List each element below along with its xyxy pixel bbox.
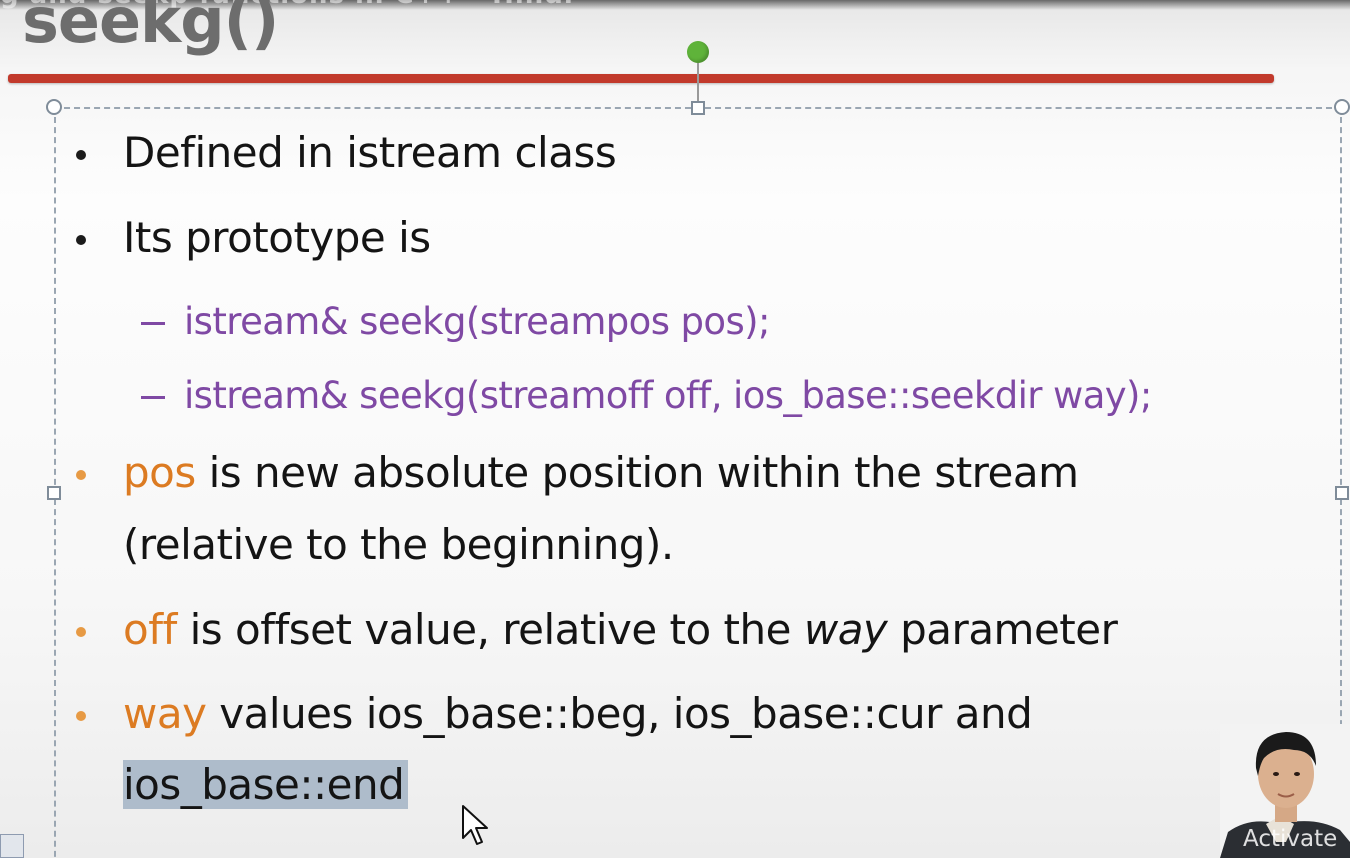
video-frame: g and seekp functions in C++ - Hindi see… [0, 0, 1350, 858]
selected-text[interactable]: ios_base::end [123, 760, 409, 809]
taskbar-thumbnail-icon[interactable] [0, 834, 24, 858]
bullet-pos-line2: (relative to the beginning). [123, 520, 674, 569]
bullet-off-text: is offset value, relative to the [176, 605, 804, 654]
bullet-off: off is offset value, relative to the way… [123, 605, 1118, 654]
bullet-dot [76, 470, 86, 480]
bullet-way: way values ios_base::beg, ios_base::cur … [123, 689, 1033, 738]
resize-handle-middle-right[interactable] [1335, 486, 1349, 500]
bullet-defined-in: Defined in istream class [123, 128, 617, 177]
rotation-stem [697, 63, 699, 103]
keyword-way: way [123, 689, 207, 738]
emphasis-way: way [803, 605, 888, 654]
bullet-dot [76, 150, 86, 160]
bullet-dot [76, 235, 86, 245]
rotation-handle-icon[interactable] [687, 41, 709, 63]
activation-watermark: Activate [1243, 826, 1338, 852]
bullet-dot [76, 711, 86, 721]
title-underline [8, 74, 1274, 83]
arrow-pointer-icon [462, 805, 488, 845]
bullet-pos-text: is new absolute position within the stre… [195, 448, 1079, 497]
prototype-2: istream& seekg(streamoff off, ios_base::… [184, 374, 1152, 417]
bullet-way-line2: ios_base::end [123, 760, 409, 809]
resize-handle-top-right[interactable] [1334, 99, 1350, 115]
sub-bullet-dash [141, 322, 165, 325]
bullet-dot [76, 627, 86, 637]
slide-title: seekg() [22, 0, 279, 57]
sub-bullet-dash [141, 396, 165, 399]
keyword-pos: pos [123, 448, 196, 497]
bullet-way-text: values ios_base::beg, ios_base::cur and [206, 689, 1033, 738]
resize-handle-top-left[interactable] [46, 99, 62, 115]
prototype-1: istream& seekg(streampos pos); [184, 300, 770, 343]
bullet-pos: pos is new absolute position within the … [123, 448, 1079, 497]
bullet-off-text-end: parameter [887, 605, 1118, 654]
keyword-off: off [123, 605, 177, 654]
resize-handle-middle-left[interactable] [47, 486, 61, 500]
resize-handle-top-middle[interactable] [691, 101, 705, 115]
bullet-prototype: Its prototype is [123, 213, 431, 262]
